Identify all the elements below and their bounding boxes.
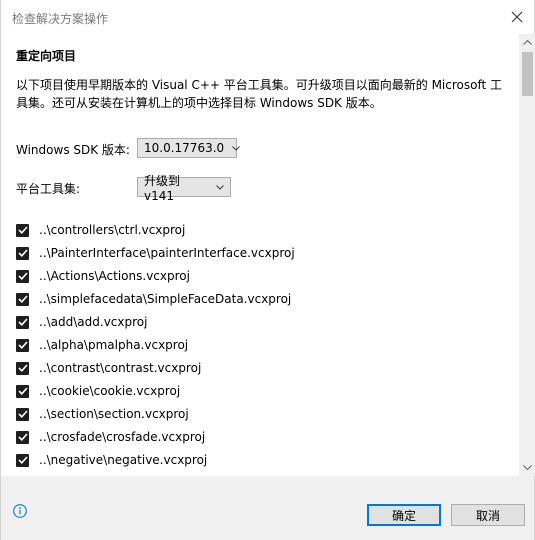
section-description: 以下项目使用早期版本的 Visual C++ 平台工具集。可升级项目以面向最新的… [16, 78, 502, 110]
project-item[interactable]: ..\Actions\Actions.vcxproj [16, 267, 190, 285]
dialog-window: 检查解决方案操作 重定向项目 以下项目使用早期版本的 Visual C++ 平台… [0, 0, 535, 540]
checkmark-icon [17, 433, 28, 441]
sdk-version-select[interactable]: 10.0.17763.0 [137, 138, 241, 158]
checkmark-icon [17, 249, 28, 257]
vertical-scrollbar[interactable] [519, 34, 535, 476]
project-item[interactable]: ..\crosfade\crosfade.vcxproj [16, 428, 205, 446]
checkbox[interactable] [16, 430, 29, 444]
checkbox[interactable] [16, 246, 29, 260]
cancel-button[interactable]: 取消 [451, 504, 525, 526]
close-icon [511, 11, 523, 23]
checkbox[interactable] [16, 361, 29, 375]
checkmark-icon [17, 341, 28, 349]
project-name: ..\crosfade\crosfade.vcxproj [39, 430, 206, 444]
checkbox[interactable] [16, 384, 29, 398]
dialog-footer: 确定 取消 [1, 476, 534, 540]
checkmark-icon [17, 387, 28, 395]
project-item[interactable]: ..\negative\negative.vcxproj [16, 451, 207, 469]
checkmark-icon [17, 364, 28, 372]
checkbox[interactable] [16, 269, 29, 283]
checkbox[interactable] [16, 223, 29, 237]
content-area: 重定向项目 以下项目使用早期版本的 Visual C++ 平台工具集。可升级项目… [1, 34, 519, 476]
project-item[interactable]: ..\cookie\cookie.vcxproj [16, 382, 180, 400]
scroll-thumb[interactable] [522, 52, 533, 96]
project-name: ..\alpha\pmalpha.vcxproj [39, 338, 189, 352]
close-button[interactable] [500, 0, 534, 34]
project-name: ..\Actions\Actions.vcxproj [39, 269, 190, 283]
project-name: ..\PainterInterface\painterInterface.vcx… [39, 246, 295, 260]
checkbox[interactable] [16, 453, 29, 467]
checkmark-icon [17, 226, 28, 234]
project-item[interactable]: ..\contrast\contrast.vcxproj [16, 359, 201, 377]
title-bar: 检查解决方案操作 [1, 0, 534, 34]
toolset-select[interactable]: 升级到 v141 [137, 174, 231, 203]
chevron-down-icon [232, 145, 241, 151]
ok-button[interactable]: 确定 [367, 504, 441, 526]
checkbox[interactable] [16, 315, 29, 329]
chevron-down-icon [523, 465, 532, 470]
sdk-label: Windows SDK 版本: [16, 143, 130, 157]
project-item[interactable]: ..\PainterInterface\painterInterface.vcx… [16, 244, 295, 262]
project-name: ..\controllers\ctrl.vcxproj [39, 223, 186, 237]
section-heading: 重定向项目 [16, 49, 77, 63]
checkmark-icon [17, 456, 28, 464]
project-item[interactable]: ..\alpha\pmalpha.vcxproj [16, 336, 188, 354]
info-icon[interactable] [13, 504, 27, 521]
project-name: ..\negative\negative.vcxproj [39, 453, 208, 467]
project-item[interactable]: ..\add\add.vcxproj [16, 313, 147, 331]
checkbox[interactable] [16, 292, 29, 306]
toolset-label: 平台工具集: [16, 182, 81, 196]
window-title: 检查解决方案操作 [12, 12, 109, 26]
checkbox[interactable] [16, 338, 29, 352]
checkmark-icon [17, 410, 28, 418]
project-item[interactable]: ..\simplefacedata\SimpleFaceData.vcxproj [16, 290, 291, 308]
project-name: ..\contrast\contrast.vcxproj [39, 361, 202, 375]
checkmark-icon [17, 318, 28, 326]
project-name: ..\simplefacedata\SimpleFaceData.vcxproj [39, 292, 292, 306]
project-name: ..\add\add.vcxproj [39, 315, 148, 329]
checkmark-icon [17, 295, 28, 303]
toolset-value: 升级到 v141 [144, 173, 181, 203]
checkbox[interactable] [16, 407, 29, 421]
scroll-up-button[interactable] [519, 34, 535, 51]
chevron-down-icon [216, 184, 224, 190]
checkmark-icon [17, 272, 28, 280]
project-name: ..\section\section.vcxproj [39, 407, 189, 421]
chevron-up-icon [523, 40, 532, 45]
project-item[interactable]: ..\controllers\ctrl.vcxproj [16, 221, 185, 239]
project-name: ..\cookie\cookie.vcxproj [39, 384, 181, 398]
project-item[interactable]: ..\section\section.vcxproj [16, 405, 189, 423]
scroll-down-button[interactable] [519, 459, 535, 476]
sdk-version-value: 10.0.17763.0 [144, 141, 225, 155]
